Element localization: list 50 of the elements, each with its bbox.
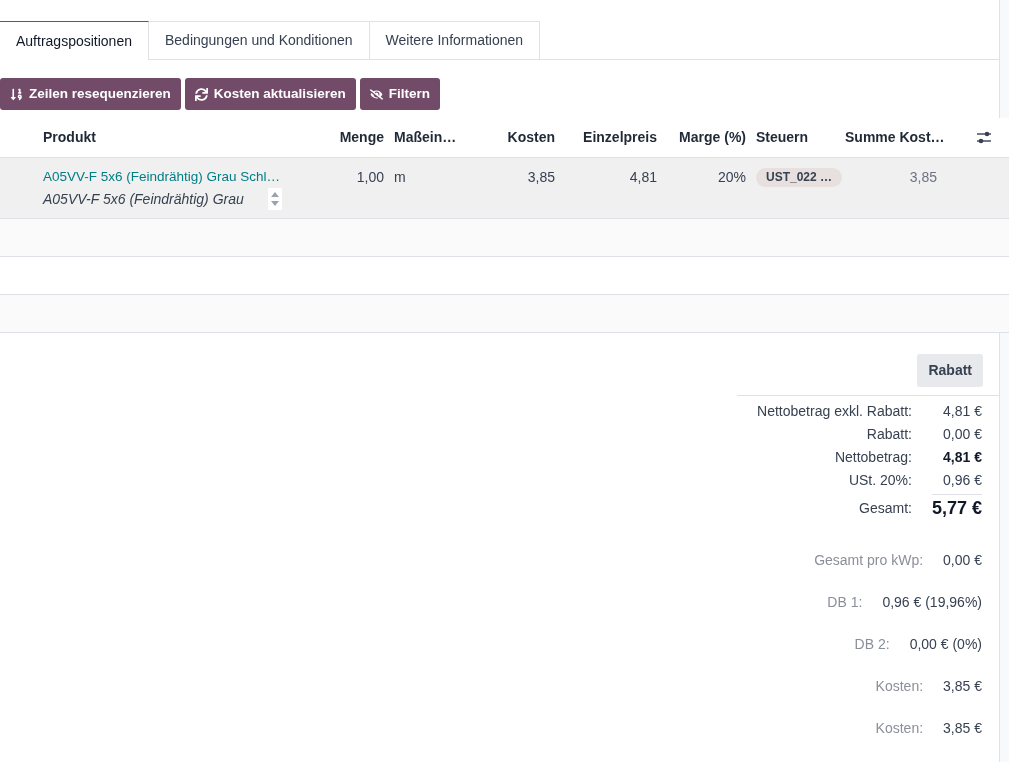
- tab[interactable]: Weitere Informationen: [369, 21, 541, 59]
- summary-label: DB 1:: [827, 592, 863, 612]
- summary-label: DB 2:: [854, 634, 890, 654]
- summary-label: Kosten:: [875, 718, 924, 738]
- total-value: 5,77 €: [931, 497, 982, 520]
- total-value: 0,00 €: [943, 425, 982, 444]
- total-value: 4,81 €: [943, 448, 982, 467]
- total-value: 4,81 €: [943, 402, 982, 421]
- summary-value: 3,85 €: [943, 676, 982, 696]
- tax-tag: UST_022 …: [756, 168, 843, 187]
- product-description: A05VV-F 5x6 (Feindrähtig) Grau: [43, 190, 244, 209]
- table-cell: 4,81: [629, 169, 657, 185]
- total-label: Nettobetrag:: [834, 448, 912, 467]
- product-link[interactable]: A05VV-F 5x6 (Feindrähtig) Grau Schl…: [43, 167, 281, 187]
- column-header[interactable]: Steuern: [756, 129, 809, 145]
- column-header[interactable]: Marge (%): [679, 129, 746, 145]
- table-cell: 1,00: [356, 169, 384, 185]
- column-header[interactable]: Menge: [339, 129, 384, 145]
- column-header[interactable]: Kosten: [507, 129, 555, 145]
- discount-button[interactable]: Rabatt: [917, 354, 983, 387]
- refresh-icon: [194, 87, 208, 101]
- total-value: 0,96 €: [943, 471, 982, 490]
- summary-label: Gesamt pro kWp:: [814, 550, 924, 570]
- total-label: Nettobetrag exkl. Rabatt:: [757, 402, 912, 421]
- summary-value: 3,85 €: [943, 718, 982, 738]
- eye-slash-icon: [369, 87, 383, 101]
- total-label: USt. 20%:: [848, 471, 912, 490]
- table-cell: 3,85: [909, 169, 937, 185]
- toolbar-button[interactable]: Kosten aktualisieren: [184, 78, 356, 110]
- tab[interactable]: Bedingungen und Konditionen: [148, 21, 370, 59]
- total-label: Gesamt:: [859, 498, 912, 518]
- summary-value: 0,00 €: [943, 550, 982, 570]
- toolbar-button[interactable]: Zeilen resequenzieren: [0, 78, 181, 110]
- total-label: Rabatt:: [866, 425, 912, 444]
- summary-value: 0,00 € (0%): [909, 634, 982, 654]
- table-cell: m: [394, 169, 406, 185]
- settings-sliders-icon[interactable]: [977, 131, 991, 144]
- tab[interactable]: Auftragspositionen: [0, 21, 149, 60]
- column-header[interactable]: Produkt: [43, 129, 96, 145]
- summary-label: Kosten:: [875, 676, 924, 696]
- column-header[interactable]: Summe Kost…: [845, 129, 945, 145]
- sort-handle-icon[interactable]: [268, 188, 282, 210]
- column-header[interactable]: Einzelpreis: [583, 129, 657, 145]
- column-header[interactable]: Maßein…: [394, 129, 457, 145]
- table-cell: 3,85: [527, 169, 555, 185]
- toolbar-button[interactable]: Filtern: [359, 78, 441, 110]
- table-cell: 20%: [717, 169, 746, 185]
- table-row[interactable]: A05VV-F 5x6 (Feindrähtig) Grau Schl… A05VV-F 5x6 (Feindrähtig) Grau 1,00 m 3,85 4,81 20% UST_022 … 3,85: [0, 158, 1009, 219]
- summary-value: 0,96 € (19,96%): [882, 592, 982, 612]
- sort-numeric-icon: [10, 87, 23, 101]
